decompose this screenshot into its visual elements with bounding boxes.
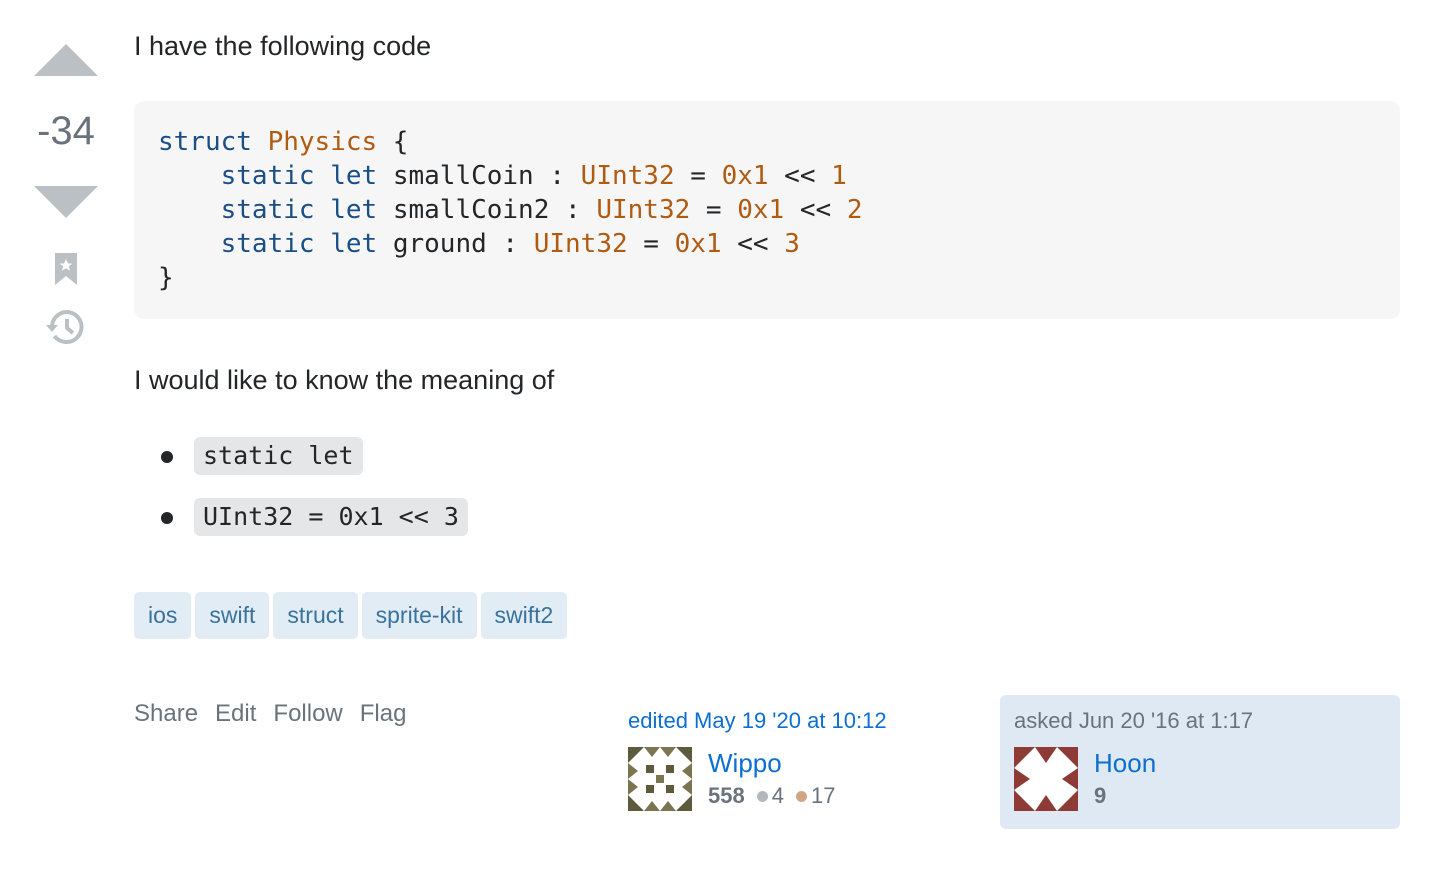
owner-details: Hoon 9 [1094,747,1156,811]
tag-sprite-kit[interactable]: sprite-kit [361,592,477,639]
question-page: -34 I have the following code struct Phy… [0,0,1452,880]
code-text: = [690,195,738,225]
code-type: UInt32 [596,195,691,225]
code-keyword: let [330,195,378,225]
code-keyword: static [220,161,315,191]
code-text: = [674,161,722,191]
bullet-dot-icon [161,451,173,463]
reputation-score: 558 [708,783,745,808]
code-text: { [377,127,409,157]
editor-card: edited May 19 '20 at 10:12 Wippo 558 4 1… [614,695,994,825]
code-block: struct Physics { static let smallCoin : … [134,101,1400,319]
code-text: << [784,195,847,225]
history-icon[interactable] [46,308,86,346]
editor-user: Wippo 558 4 17 [628,747,835,811]
code-keyword: struct [158,127,252,157]
bronze-badge-icon [795,790,807,802]
owner-card: asked Jun 20 '16 at 1:17 Hoon 9 [1000,695,1400,829]
code-text: ground : [377,229,534,259]
code-type: UInt32 [580,161,675,191]
question-intro: I have the following code [134,31,432,61]
owner-reputation: 9 [1094,783,1156,809]
list-item: UInt32 = 0x1 << 3 [134,497,468,537]
follow-link[interactable]: Follow [273,700,342,728]
downvote-arrow-icon[interactable] [34,186,98,218]
code-number: 0x1 [674,229,722,259]
silver-badge-count: 4 [771,783,784,808]
tag-ios[interactable]: ios [134,592,192,639]
upvote-arrow-icon[interactable] [34,44,98,76]
code-number: 1 [831,161,847,191]
code-line-2: static let smallCoin : UInt32 = 0x1 << 1 [158,161,847,191]
code-text: smallCoin2 : [377,195,597,225]
code-line-1: struct Physics { [158,127,408,157]
code-type: UInt32 [533,229,628,259]
editor-avatar[interactable] [628,747,692,811]
bronze-badge: 17 [795,783,836,809]
silver-badge-icon [756,790,768,802]
asked-timestamp[interactable]: asked Jun 20 '16 at 1:17 [1014,707,1253,735]
bronze-badge-count: 17 [810,783,836,808]
code-text: << [721,229,785,259]
code-keyword: let [330,161,378,191]
owner-user: Hoon 9 [1014,747,1156,811]
code-text: smallCoin : [377,161,581,191]
tag-swift[interactable]: swift [195,592,270,639]
owner-name-link[interactable]: Hoon [1094,747,1156,779]
code-keyword: let [330,229,378,259]
list-item: static let [134,436,468,476]
code-line-5: } [158,263,174,293]
tag-list: ios swift struct sprite-kit swift2 [134,592,568,639]
tag-struct[interactable]: struct [273,592,358,639]
code-keyword: static [220,195,315,225]
code-number: 2 [846,195,863,225]
post-menu: Share Edit Follow Flag [134,700,406,728]
code-line-4: static let ground : UInt32 = 0x1 << 3 [158,229,800,259]
bullet-list: static let UInt32 = 0x1 << 3 [134,436,468,558]
code-text: = [627,229,675,259]
code-number: 0x1 [737,195,785,225]
silver-badge: 4 [756,783,784,809]
code-keyword: static [220,229,315,259]
edit-link[interactable]: Edit [215,700,256,728]
inline-code: UInt32 = 0x1 << 3 [194,498,468,536]
question-text: I would like to know the meaning of [134,365,555,395]
code-text: << [768,161,832,191]
code-number: 0x1 [721,161,769,191]
editor-card-inner: edited May 19 '20 at 10:12 Wippo 558 4 1… [628,707,887,811]
editor-name-link[interactable]: Wippo [708,747,835,779]
reputation-score: 9 [1094,783,1107,808]
bullet-dot-icon [161,512,173,524]
bookmark-icon[interactable] [52,252,80,286]
vote-column: -34 [30,40,102,346]
vote-count: -34 [37,109,95,153]
inline-code: static let [194,437,363,475]
share-link[interactable]: Share [134,700,198,728]
code-number: 3 [784,229,800,259]
flag-link[interactable]: Flag [360,700,407,728]
edited-timestamp-link[interactable]: edited May 19 '20 at 10:12 [628,707,887,735]
editor-details: Wippo 558 4 17 [708,747,835,811]
editor-reputation: 558 4 17 [708,783,835,809]
tag-swift2[interactable]: swift2 [480,592,568,639]
code-type: Physics [267,127,378,157]
owner-avatar[interactable] [1014,747,1078,811]
code-line-3: static let smallCoin2 : UInt32 = 0x1 << … [158,195,863,225]
owner-card-inner: asked Jun 20 '16 at 1:17 Hoon 9 [1014,707,1253,811]
